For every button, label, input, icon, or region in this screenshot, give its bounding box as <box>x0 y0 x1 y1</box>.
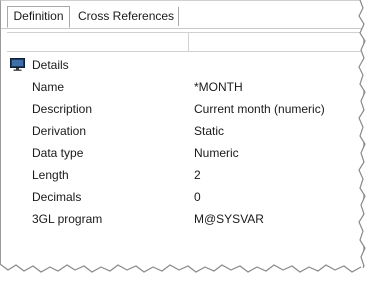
property-value: *MONTH <box>194 80 243 94</box>
property-value: Static <box>194 124 225 138</box>
property-row-3gl-program[interactable]: 3GL program M@SYSVAR <box>1 211 363 228</box>
property-name: 3GL program <box>32 212 103 226</box>
torn-edge-bottom <box>0 264 375 291</box>
property-name: Derivation <box>32 124 87 138</box>
property-value: 2 <box>194 168 201 182</box>
property-value: M@SYSVAR <box>194 212 264 226</box>
property-name: Length <box>32 168 69 182</box>
property-row-description[interactable]: Description Current month (numeric) <box>1 101 363 118</box>
column-separator[interactable] <box>188 33 189 51</box>
property-value: 0 <box>194 190 201 204</box>
property-value: Numeric <box>194 146 239 160</box>
tab-definition[interactable]: Definition <box>7 6 70 28</box>
monitor-icon <box>10 58 25 71</box>
tab-cross-references[interactable]: Cross References <box>73 7 180 26</box>
property-row-name[interactable]: Name *MONTH <box>1 79 363 96</box>
property-row-derivation[interactable]: Derivation Static <box>1 123 363 140</box>
property-name: Decimals <box>32 190 82 204</box>
torn-edge-right <box>356 0 375 291</box>
group-label: Details <box>32 58 69 72</box>
property-name: Description <box>32 102 93 116</box>
property-value: Current month (numeric) <box>194 102 325 116</box>
property-name: Data type <box>32 146 84 160</box>
property-name: Name <box>32 80 65 94</box>
property-row-decimals[interactable]: Decimals 0 <box>1 189 363 206</box>
properties-panel: Definition Cross References Details Name… <box>0 0 363 278</box>
tab-strip: Definition Cross References <box>1 1 363 29</box>
property-row-length[interactable]: Length 2 <box>1 167 363 184</box>
property-row-data-type[interactable]: Data type Numeric <box>1 145 363 162</box>
column-header-bar <box>7 32 363 52</box>
